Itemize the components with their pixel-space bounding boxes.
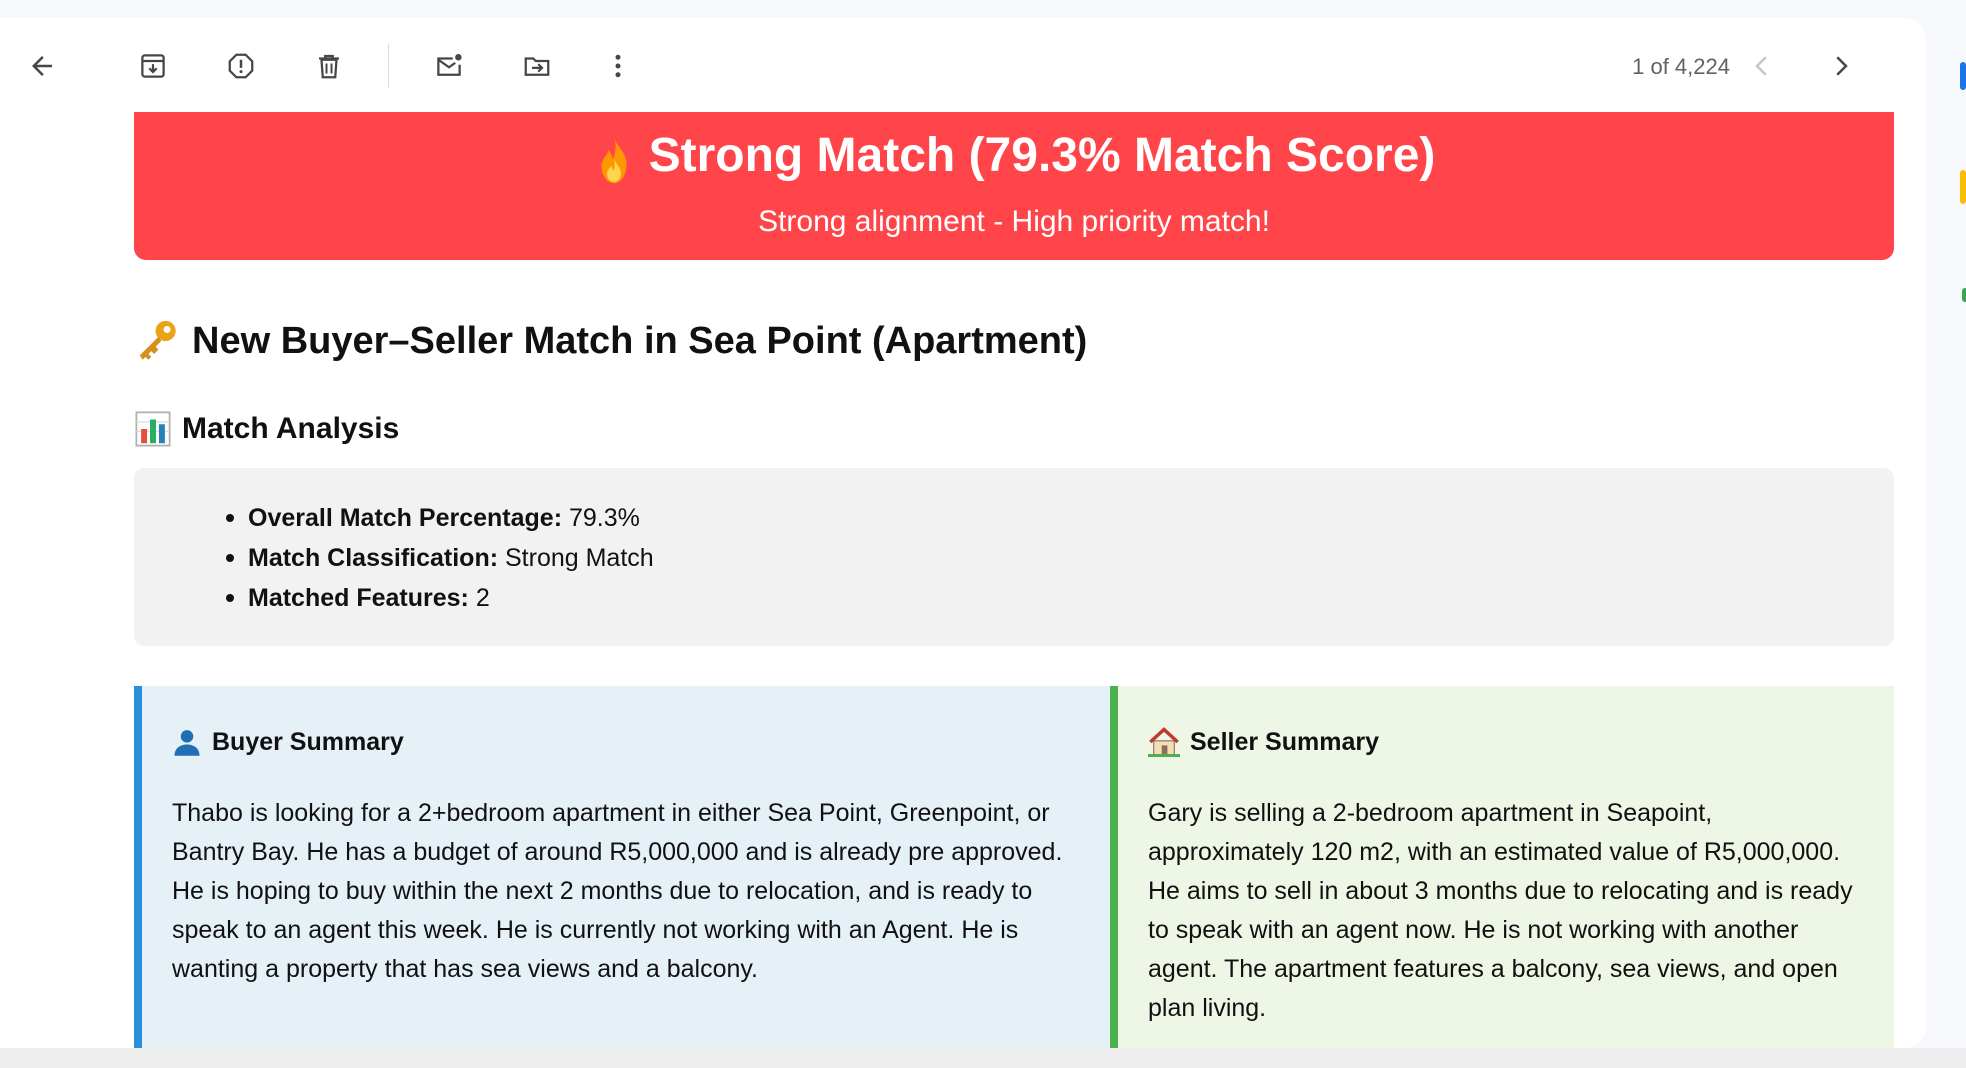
side-app-indicator (1960, 62, 1966, 90)
list-item: Matched Features: 2 (226, 578, 654, 618)
list-item: Match Classification: Strong Match (226, 538, 654, 578)
back-button[interactable] (22, 46, 62, 86)
report-spam-button[interactable] (221, 46, 261, 86)
seller-summary-text: Gary is selling a 2-bedroom apartment in… (1148, 799, 1853, 1022)
more-options-button[interactable] (598, 46, 638, 86)
banner-title-text: Strong Match (79.3% Match Score) (648, 129, 1436, 182)
email-view: 1 of 4,224 Strong Match (79.3% Match Sco… (0, 18, 1926, 1048)
list-item: Overall Match Percentage: 79.3% (226, 498, 654, 538)
buyer-summary-heading: Buyer Summary (172, 726, 404, 758)
match-analysis-list: Overall Match Percentage: 79.3% Match Cl… (226, 498, 654, 618)
item-value: 2 (468, 584, 490, 612)
side-panel-gutter (1926, 0, 1966, 1068)
delete-button[interactable] (309, 46, 349, 86)
key-icon (139, 320, 176, 360)
archive-button[interactable] (133, 46, 173, 86)
match-score-banner: Strong Match (79.3% Match Score) Strong … (134, 112, 1894, 260)
item-value: 79.3% (562, 504, 640, 532)
bar-chart-icon (135, 411, 171, 447)
seller-summary-heading: Seller Summary (1148, 726, 1379, 758)
toolbar-divider (388, 44, 389, 88)
buyer-summary-text: Thabo is looking for a 2+bedroom apartme… (172, 799, 1063, 983)
pager-count: 1 of 4,224 (1632, 54, 1730, 79)
match-analysis-heading-text: Match Analysis (182, 412, 400, 445)
house-icon (1148, 727, 1180, 757)
side-app-indicator (1962, 288, 1966, 302)
item-label: Overall Match Percentage: (248, 504, 563, 532)
more-vert-icon (615, 54, 621, 78)
chevron-left-icon (1755, 56, 1767, 76)
trash-icon (319, 54, 339, 79)
match-analysis-box: Overall Match Percentage: 79.3% Match Cl… (134, 468, 1894, 646)
top-strip (0, 0, 1966, 18)
report-spam-icon (228, 53, 254, 79)
fire-icon (601, 137, 627, 184)
email-heading-text: New Buyer–Seller Match in Sea Point (Apa… (192, 320, 1088, 362)
newer-button[interactable] (1742, 46, 1782, 86)
move-to-button[interactable] (517, 46, 557, 86)
seller-summary-title: Seller Summary (1190, 728, 1379, 756)
banner-title: Strong Match (79.3% Match Score) (134, 126, 1894, 186)
item-label: Matched Features: (248, 584, 469, 612)
archive-icon (141, 54, 165, 78)
banner-subtitle: Strong alignment - High priority match! (758, 205, 1270, 238)
seller-summary-panel: Seller Summary Gary is selling a 2-bedro… (1110, 686, 1894, 1048)
item-value: Strong Match (498, 544, 654, 572)
buyer-summary-panel: Buyer Summary Thabo is looking for a 2+b… (134, 686, 1114, 1048)
bottom-bar (0, 1048, 1966, 1068)
mark-unread-icon (437, 54, 462, 76)
email-heading: New Buyer–Seller Match in Sea Point (Apa… (134, 318, 1087, 364)
chevron-right-icon (1836, 56, 1848, 76)
match-analysis-heading: Match Analysis (134, 410, 399, 448)
item-label: Match Classification: (248, 544, 499, 572)
side-app-indicator (1960, 170, 1966, 204)
arrow-back-icon (32, 56, 52, 76)
buyer-summary-title: Buyer Summary (212, 728, 404, 756)
mark-unread-button[interactable] (429, 46, 469, 86)
older-button[interactable] (1821, 46, 1861, 86)
move-to-folder-icon (524, 57, 550, 76)
email-toolbar: 1 of 4,224 (0, 18, 1926, 112)
person-icon (174, 730, 200, 756)
